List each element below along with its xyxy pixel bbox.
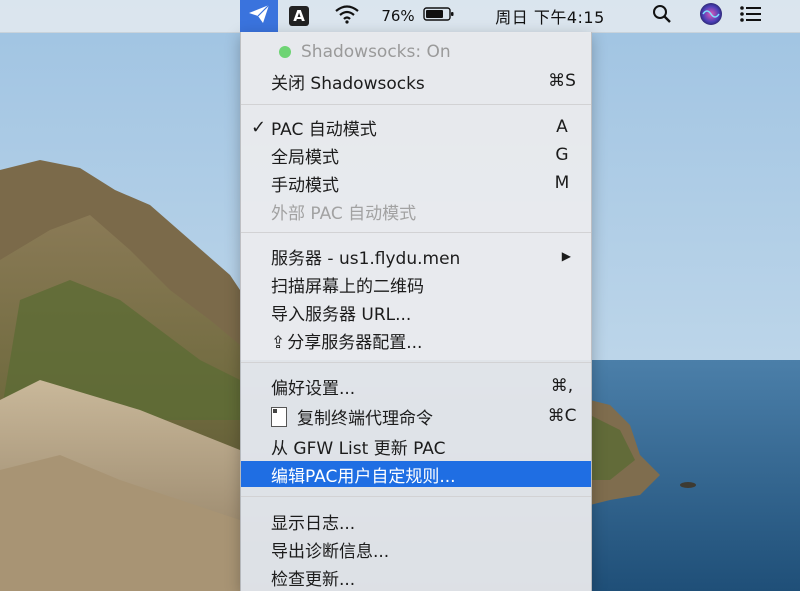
- input-source-icon: A: [289, 6, 309, 26]
- menu-separator: [241, 232, 591, 233]
- menu-separator: [241, 496, 591, 497]
- export-diagnostics-item[interactable]: 导出诊断信息...: [241, 536, 591, 562]
- global-mode-shortcut: G: [555, 145, 569, 165]
- spotlight-search-button[interactable]: [650, 0, 674, 32]
- pac-auto-mode-label: PAC 自动模式: [271, 119, 377, 140]
- status-item: Shadowsocks: On: [241, 39, 591, 65]
- copy-terminal-proxy-command-label: 复制终端代理命令: [297, 408, 433, 429]
- toggle-shadowsocks-shortcut: ⌘S: [548, 71, 576, 91]
- spotlight-search-icon: [652, 4, 672, 28]
- share-icon: ⇪: [271, 332, 286, 353]
- notification-center-button[interactable]: [736, 0, 766, 32]
- shadowsocks-dropdown-menu: Shadowsocks: On 关闭 Shadowsocks ⌘S ✓ PAC …: [240, 32, 592, 591]
- manual-mode-item[interactable]: 手动模式 M: [241, 170, 591, 196]
- siri-icon: [699, 2, 723, 30]
- shadowsocks-menu-extra[interactable]: [240, 0, 278, 32]
- manual-mode-shortcut: M: [554, 173, 570, 193]
- share-server-config-label: 分享服务器配置...: [287, 332, 423, 353]
- copy-terminal-proxy-command-shortcut: ⌘C: [547, 406, 577, 426]
- status-label: Shadowsocks: On: [301, 42, 451, 62]
- external-pac-mode-label: 外部 PAC 自动模式: [271, 203, 417, 224]
- export-diagnostics-label: 导出诊断信息...: [271, 541, 390, 562]
- submenu-arrow-icon: ▶: [561, 249, 571, 263]
- input-source-menu[interactable]: A: [286, 0, 312, 32]
- document-icon: [271, 406, 287, 427]
- update-pac-from-gfwlist-item[interactable]: 从 GFW List 更新 PAC: [241, 433, 591, 459]
- check-for-updates-item[interactable]: 检查更新...: [241, 564, 591, 590]
- menu-separator: [241, 362, 591, 363]
- import-server-url-item[interactable]: 导入服务器 URL...: [241, 299, 591, 325]
- show-logs-item[interactable]: 显示日志...: [241, 508, 591, 534]
- manual-mode-label: 手动模式: [271, 175, 339, 196]
- global-mode-item[interactable]: 全局模式 G: [241, 142, 591, 168]
- preferences-label: 偏好设置...: [271, 378, 356, 399]
- toggle-shadowsocks-item[interactable]: 关闭 Shadowsocks ⌘S: [241, 68, 591, 94]
- wifi-menu[interactable]: [330, 0, 364, 32]
- shadowsocks-icon: [248, 4, 270, 28]
- check-for-updates-label: 检查更新...: [271, 569, 356, 590]
- siri-button[interactable]: [696, 0, 726, 32]
- scan-qr-code-item[interactable]: 扫描屏幕上的二维码: [241, 271, 591, 297]
- wifi-icon: [334, 4, 360, 28]
- menu-bar: A 76% 周日 下午4:15: [0, 0, 800, 33]
- server-submenu-item[interactable]: 服务器 - us1.flydu.men ▶: [241, 243, 591, 269]
- show-logs-label: 显示日志...: [271, 513, 356, 534]
- import-server-url-label: 导入服务器 URL...: [271, 304, 412, 325]
- menu-separator: [241, 104, 591, 105]
- battery-menu[interactable]: [420, 0, 458, 32]
- preferences-shortcut: ⌘,: [550, 376, 574, 396]
- checkmark-icon: ✓: [251, 116, 267, 138]
- server-label: 服务器 - us1.flydu.men: [271, 248, 461, 269]
- notification-center-icon: [739, 5, 763, 27]
- pac-auto-mode-item[interactable]: ✓ PAC 自动模式 A: [241, 114, 591, 140]
- share-server-config-item[interactable]: ⇪ 分享服务器配置...: [241, 327, 591, 353]
- global-mode-label: 全局模式: [271, 147, 339, 168]
- copy-terminal-proxy-command-item[interactable]: 复制终端代理命令 ⌘C: [241, 403, 591, 429]
- update-pac-from-gfwlist-label: 从 GFW List 更新 PAC: [271, 438, 446, 459]
- menu-bar-clock[interactable]: 周日 下午4:15: [480, 0, 620, 32]
- battery-percentage[interactable]: 76%: [378, 0, 418, 32]
- battery-icon: [423, 6, 455, 26]
- pac-auto-mode-shortcut: A: [556, 117, 568, 137]
- preferences-item[interactable]: 偏好设置... ⌘,: [241, 373, 591, 399]
- toggle-shadowsocks-label: 关闭 Shadowsocks: [271, 73, 425, 94]
- status-indicator-icon: [279, 46, 291, 58]
- scan-qr-code-label: 扫描屏幕上的二维码: [271, 276, 424, 297]
- edit-pac-user-rules-label: 编辑PAC用户自定规则...: [271, 466, 456, 487]
- external-pac-mode-item: 外部 PAC 自动模式: [241, 198, 591, 224]
- edit-pac-user-rules-item[interactable]: 编辑PAC用户自定规则...: [241, 461, 591, 487]
